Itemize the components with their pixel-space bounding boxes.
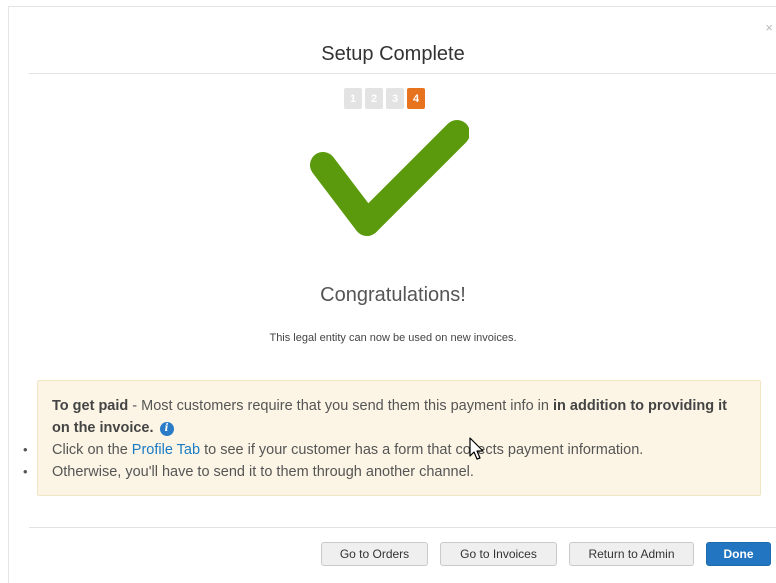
done-button[interactable]: Done: [706, 542, 771, 566]
payment-info-list: Click on the Profile Tab to see if your …: [23, 439, 746, 483]
step-indicator: 1 2 3 4: [344, 88, 425, 109]
step-4-active: 4: [407, 88, 425, 109]
go-to-invoices-button[interactable]: Go to Invoices: [440, 542, 557, 566]
info-icon[interactable]: i: [159, 422, 174, 436]
payment-info-lead: To get paid: [52, 398, 129, 414]
step-1: 1: [344, 88, 362, 109]
payment-info-body: - Most customers require that you send t…: [128, 398, 553, 414]
payment-info-text: To get paid - Most customers require tha…: [52, 395, 746, 439]
success-message: This legal entity can now be used on new…: [269, 332, 517, 344]
go-to-orders-button[interactable]: Go to Orders: [321, 542, 428, 566]
step-2: 2: [365, 88, 383, 109]
list-item: Otherwise, you'll have to send it to the…: [23, 461, 746, 483]
footer-divider: [29, 527, 776, 528]
bullet1-prefix: Click on the: [52, 442, 132, 458]
header-divider: [29, 73, 776, 74]
bullet1-suffix: to see if your customer has a form that …: [200, 442, 644, 458]
congratulations-heading: Congratulations!: [320, 284, 466, 306]
profile-tab-link[interactable]: Profile Tab: [132, 442, 200, 458]
step-3: 3: [386, 88, 404, 109]
dialog-title: Setup Complete: [321, 43, 465, 65]
setup-complete-dialog: Setup Complete × 1 2 3 4 Congratulations…: [8, 6, 776, 583]
checkmark-icon: [310, 120, 469, 236]
return-to-admin-button[interactable]: Return to Admin: [569, 542, 694, 566]
payment-info-panel: To get paid - Most customers require tha…: [23, 380, 761, 496]
close-icon[interactable]: ×: [765, 21, 773, 34]
list-item: Click on the Profile Tab to see if your …: [23, 439, 746, 461]
mouse-pointer-icon: [469, 437, 484, 460]
